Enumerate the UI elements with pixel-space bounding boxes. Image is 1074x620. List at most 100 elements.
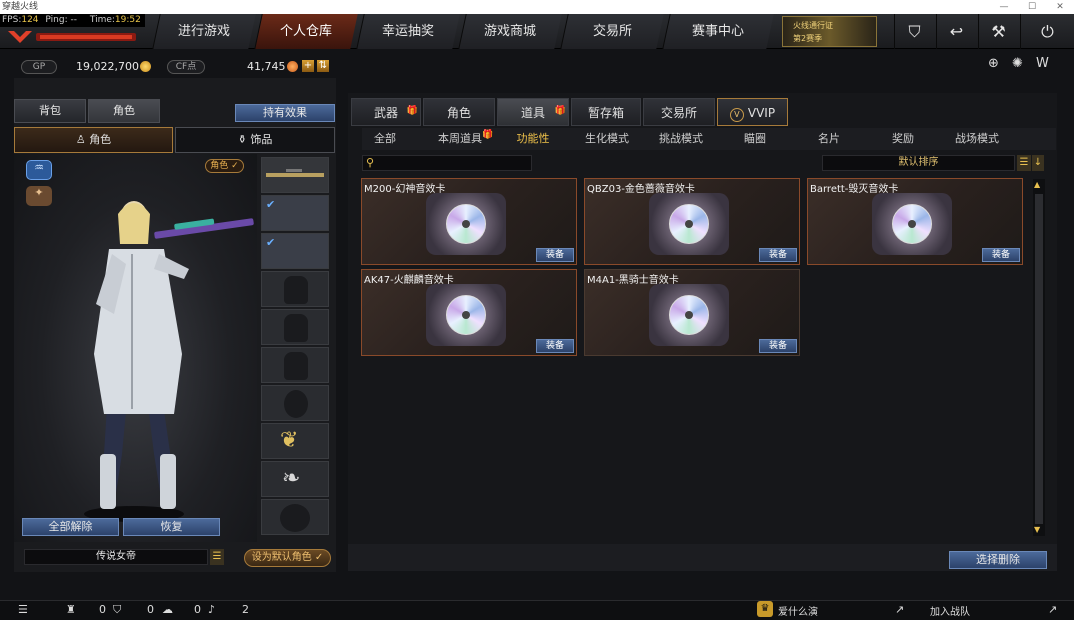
speaker-count: 2 <box>242 603 249 616</box>
sound-card-icon <box>872 193 952 255</box>
category-characters[interactable]: 角色 <box>423 98 495 126</box>
search-input[interactable]: ⚲ <box>362 155 532 171</box>
tab-backpack[interactable]: 背包 <box>14 99 86 123</box>
item-card[interactable]: Barrett-毁灭音效卡 装备 <box>807 178 1023 265</box>
nav-tab-inventory[interactable]: 个人仓库 <box>254 14 358 49</box>
battle-pass-banner[interactable]: 火线通行证 第2赛季 <box>782 16 877 47</box>
gift-icon: 🎁 <box>554 106 566 116</box>
slot-backpack[interactable] <box>261 347 329 383</box>
select-delete-button[interactable]: 选择删除 <box>949 551 1047 569</box>
subtab-challenge[interactable]: 挑战模式 <box>654 129 708 149</box>
role-badge[interactable]: 角色 ✓ <box>205 159 244 173</box>
item-card[interactable]: M200-幻神音效卡 装备 <box>361 178 577 265</box>
nav-tab-exchange[interactable]: 交易所 <box>560 14 664 49</box>
wrench-icon[interactable]: ⚒ <box>978 14 1018 49</box>
vip-icon[interactable]: W <box>1036 56 1049 71</box>
equip-button[interactable]: 装备 <box>982 248 1020 262</box>
category-items[interactable]: 道具 🎁 <box>497 98 569 126</box>
window-title: 穿越火线 <box>0 0 1074 14</box>
item-card[interactable]: QBZ03-金色蔷薇音效卡 装备 <box>584 178 800 265</box>
back-icon[interactable]: ↩ <box>936 14 976 49</box>
slot-accessory-3[interactable] <box>261 499 329 535</box>
scrollbar-thumb[interactable] <box>1035 194 1043 524</box>
backpack-icon <box>284 352 308 380</box>
slot-accessory-1[interactable]: ❦ <box>261 423 329 459</box>
equip-button[interactable]: 装备 <box>536 248 574 262</box>
slot-accessory-2[interactable]: ❧ <box>261 461 329 497</box>
search-icon: ⚲ <box>366 156 375 169</box>
chat-icon[interactable]: ☁ <box>162 603 173 616</box>
cf-value: 41,745 <box>247 60 286 73</box>
sort-arrow-icon[interactable]: ↓ <box>1032 155 1044 171</box>
crest-icon[interactable]: ✺ <box>1012 56 1023 71</box>
team-count: 0 <box>99 603 106 616</box>
slot-armor[interactable] <box>261 309 329 345</box>
grenade-icon <box>284 276 308 304</box>
subtab-weekly[interactable]: 本周道具 🎁 <box>430 129 493 149</box>
character-icon: ♙ <box>75 133 86 146</box>
owned-effects-button[interactable]: 持有效果 <box>235 104 335 122</box>
equip-button[interactable]: 装备 <box>536 339 574 353</box>
topup-plus-icon[interactable]: + <box>302 60 314 72</box>
set-default-character-button[interactable]: 设为默认角色 ✓ <box>244 549 331 567</box>
slot-grenade[interactable] <box>261 271 329 307</box>
emblem-icon[interactable]: ✦ <box>26 186 52 206</box>
stream-icon[interactable]: ♛ <box>757 601 773 617</box>
slot-pendant[interactable] <box>261 385 329 421</box>
unequip-all-button[interactable]: 全部解除 <box>22 518 119 536</box>
slot-primary-weapon[interactable] <box>261 157 329 193</box>
scroll-down-icon[interactable]: ▼ <box>1034 525 1040 534</box>
sort-dropdown[interactable]: 默认排序 <box>822 155 1015 171</box>
list-view-icon[interactable]: ☰ <box>1017 155 1031 171</box>
team-icon[interactable]: ♜ <box>66 603 76 616</box>
nav-tab-play[interactable]: 进行游戏 <box>152 14 256 49</box>
external-link-icon[interactable]: ↗ <box>895 603 904 616</box>
clan-icon[interactable]: ⛉ <box>113 603 121 617</box>
character-name-field[interactable]: 传说女帝 <box>24 549 208 565</box>
close-icon[interactable]: ✕ <box>1046 0 1074 14</box>
item-card[interactable]: M4A1-黑骑士音效卡 装备 <box>584 269 800 356</box>
subtab-functional[interactable]: 功能性 <box>506 129 560 149</box>
minimize-icon[interactable]: — <box>990 0 1018 14</box>
exchange-icon[interactable]: ⇅ <box>317 60 329 72</box>
list-icon[interactable]: ☰ <box>18 603 28 616</box>
slot-melee[interactable]: ✔ <box>261 233 329 269</box>
power-icon[interactable]: ⏻ <box>1020 14 1074 49</box>
restore-button[interactable]: 恢复 <box>123 518 220 536</box>
character-preview[interactable] <box>14 154 257 542</box>
globe-icon[interactable]: ⊕ <box>988 56 999 71</box>
check-icon: ✔ <box>266 198 276 211</box>
subtab-character[interactable]: ♙ 角色 <box>14 127 173 153</box>
stream-label: 爱什么演 <box>778 607 818 618</box>
category-exchange[interactable]: 交易所 <box>643 98 715 126</box>
subtab-zombie[interactable]: 生化模式 <box>580 129 634 149</box>
subtab-namecard[interactable]: 名片 <box>802 129 856 149</box>
category-weapons[interactable]: 武器 🎁 <box>351 98 421 126</box>
slot-secondary[interactable]: ✔ <box>261 195 329 231</box>
maximize-icon[interactable]: ☐ <box>1018 0 1046 14</box>
subtab-accessories[interactable]: ⚱ 饰品 <box>175 127 335 153</box>
subtab-crosshair[interactable]: 瞄圈 <box>728 129 782 149</box>
nav-tab-events[interactable]: 赛事中心 <box>662 14 774 49</box>
subtab-all[interactable]: 全部 <box>364 129 406 149</box>
external-link-icon[interactable]: ↗ <box>1048 603 1057 616</box>
nav-tab-shop[interactable]: 游戏商城 <box>458 14 562 49</box>
shield-icon[interactable]: ⛉ <box>894 14 934 49</box>
category-storage[interactable]: 暂存箱 <box>571 98 641 126</box>
item-card[interactable]: AK47-火麒麟音效卡 装备 <box>361 269 577 356</box>
subtab-rewards[interactable]: 奖励 <box>876 129 930 149</box>
join-clan-label[interactable]: 加入战队 <box>930 603 970 618</box>
nav-tab-lottery[interactable]: 幸运抽奖 <box>356 14 460 49</box>
category-vvip[interactable]: V VVIP <box>717 98 788 126</box>
equip-button[interactable]: 装备 <box>759 339 797 353</box>
equip-button[interactable]: 装备 <box>759 248 797 262</box>
pendant-icon <box>284 390 308 418</box>
tab-character[interactable]: 角色 <box>88 99 160 123</box>
menu-icon[interactable]: ☰ <box>210 549 224 565</box>
scroll-up-icon[interactable]: ▲ <box>1034 180 1040 189</box>
badge-icon[interactable]: ♒ <box>26 160 52 180</box>
gift-icon: 🎁 <box>482 130 494 140</box>
subtab-battlefield[interactable]: 战场模式 <box>950 129 1004 149</box>
sound-card-icon <box>426 193 506 255</box>
speaker-icon[interactable]: ♪ <box>208 603 215 616</box>
